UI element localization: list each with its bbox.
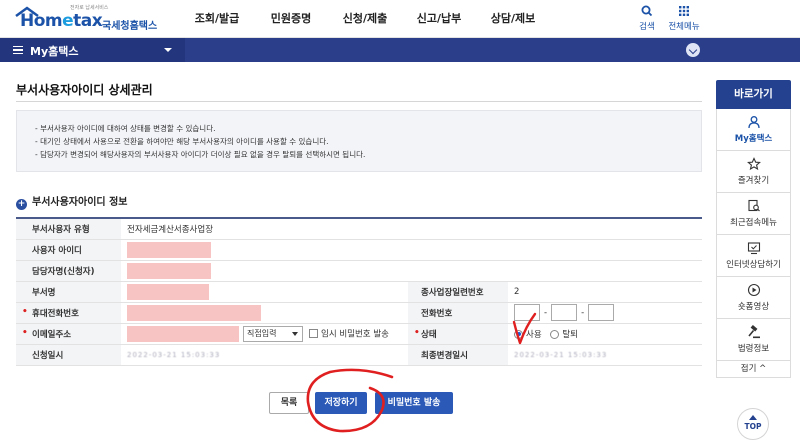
quick-my-hometax[interactable]: My홈택스 [716, 109, 791, 151]
quick-menu-fold[interactable]: 접기 ^ [716, 361, 791, 378]
person-icon [747, 116, 760, 129]
play-icon [747, 283, 760, 297]
quick-menu-title: 바로가기 [716, 80, 791, 109]
table-row: 이메일주소 직접입력 임시 비밀번호 발송 상태 사용 탈퇴 [16, 323, 702, 345]
dept-label: 부서명 [16, 281, 121, 303]
notice-item: - 담당자가 변경되어 해당사용자의 부서사용자 아이디가 더이상 필요 없을 … [35, 150, 366, 159]
email-label: 이메일주소 [16, 323, 121, 345]
notice-item: - 대기인 상태에서 사용으로 전환을 하여야만 해당 부서사용자의 아이디를 … [35, 137, 329, 146]
apply-date-value: 2022-03-21 15:03:33 [127, 350, 221, 359]
type-value: 전자세금계산서종사업장 [121, 218, 702, 240]
table-row: 담당자명(신청자) [16, 260, 702, 282]
title-divider [16, 101, 702, 102]
sub-menu-bar: My홈택스 [0, 38, 800, 62]
gavel-icon [747, 325, 760, 339]
phone-input-1[interactable] [514, 304, 540, 321]
manager-label: 담당자명(신청자) [16, 260, 121, 282]
table-row: 신청일시 2022-03-21 15:03:33 최종변경일시 2022-03-… [16, 344, 702, 366]
manager-redacted [127, 262, 211, 279]
subbiz-label: 종사업장일련번호 [408, 281, 508, 303]
logo-tagline: 전자로 납세서비스 [70, 5, 109, 11]
document-search-icon [747, 199, 760, 212]
status-label: 상태 [408, 323, 508, 345]
changed-date-label: 최종변경일시 [408, 344, 508, 366]
list-button[interactable]: 목록 [269, 392, 309, 414]
arrow-up-icon [749, 415, 757, 420]
section-title: + 부서사용자아이디 정보 [16, 197, 128, 210]
status-radio-withdraw[interactable] [550, 329, 560, 339]
top-header: 전자로 납세서비스 Hometax 국세청홈택스 조회/발급 민원증명 신청/제… [0, 0, 800, 38]
userid-label: 사용자 아이디 [16, 239, 121, 261]
nav-report-payment[interactable]: 신고/납부 [402, 0, 476, 38]
email-domain-select[interactable]: 직접입력 [243, 325, 303, 342]
save-button[interactable]: 저장하기 [315, 392, 367, 414]
star-icon [746, 157, 761, 171]
monitor-icon [747, 242, 760, 255]
nav-application[interactable]: 신청/제출 [328, 0, 402, 38]
page-title: 부서사용자아이디 상세관리 [16, 83, 153, 97]
menu-title: My홈택스 [30, 45, 79, 58]
mobile-input[interactable] [127, 304, 261, 321]
nav-certificate[interactable]: 민원증명 [254, 0, 328, 38]
my-hometax-menu-toggle[interactable]: My홈택스 [0, 38, 185, 62]
dropdown-arrow-icon [292, 331, 298, 336]
main-nav: 조회/발급 민원증명 신청/제출 신고/납부 상담/제보 [180, 0, 550, 38]
notice-item: - 부서사용자 아이디에 대하여 상태를 변경할 수 있습니다. [35, 124, 216, 133]
apply-date-label: 신청일시 [16, 344, 121, 366]
status-option-withdraw: 탈퇴 [562, 329, 578, 340]
logo-brand: Hometax [20, 11, 103, 31]
email-input[interactable] [127, 325, 239, 342]
subbiz-value: 2 [508, 281, 702, 303]
temp-password-label: 임시 비밀번호 발송 [321, 329, 389, 339]
all-menu-button[interactable]: 전체메뉴 [664, 4, 704, 32]
status-radio-active[interactable] [514, 329, 523, 339]
caret-down-icon [164, 48, 172, 52]
grid-menu-icon [679, 6, 689, 16]
status-option-active: 사용 [526, 329, 542, 340]
temp-password-checkbox[interactable] [309, 329, 318, 338]
phone-label: 전화번호 [408, 302, 508, 324]
top-label: TOP [744, 422, 762, 431]
chevron-down-icon[interactable] [686, 43, 700, 57]
user-info-table: 부서사용자 유형 전자세금계산서종사업장 사용자 아이디 담당자명(신청자) 부… [16, 217, 702, 366]
hometax-logo[interactable]: 전자로 납세서비스 Hometax 국세청홈택스 [14, 4, 158, 34]
search-icon [641, 5, 653, 17]
quick-recent-menu[interactable]: 최근접속메뉴 [716, 193, 791, 235]
all-menu-label: 전체메뉴 [668, 22, 700, 32]
nav-consult[interactable]: 상담/제보 [476, 0, 550, 38]
phone-input-3[interactable] [588, 304, 615, 321]
search-button[interactable]: 검색 [627, 4, 667, 32]
logo-subtitle: 국세청홈택스 [102, 21, 158, 32]
nav-inquiry[interactable]: 조회/발급 [180, 0, 254, 38]
dept-redacted [127, 283, 209, 300]
phone-input-2[interactable] [551, 304, 578, 321]
send-password-button[interactable]: 비밀번호 발송 [375, 392, 453, 414]
quick-online-consult[interactable]: 인터넷상담하기 [716, 235, 791, 277]
quick-favorites[interactable]: 즐겨찾기 [716, 151, 791, 193]
table-row: 휴대전화번호 전화번호 -- [16, 302, 702, 324]
search-label: 검색 [639, 22, 655, 32]
table-row: 사용자 아이디 [16, 239, 702, 261]
quick-menu: 바로가기 My홈택스 즐겨찾기 최근접속메뉴 인터넷상담하기 숏폼영상 법령정보… [716, 80, 791, 378]
plus-circle-icon: + [16, 199, 27, 210]
notice-box: - 부서사용자 아이디에 대하여 상태를 변경할 수 있습니다. - 대기인 상… [16, 110, 702, 172]
changed-date-value: 2022-03-21 15:03:33 [514, 350, 608, 359]
hamburger-icon [13, 46, 23, 54]
table-row: 부서사용자 유형 전자세금계산서종사업장 [16, 218, 702, 240]
type-label: 부서사용자 유형 [16, 218, 121, 240]
table-row: 부서명 종사업장일련번호 2 [16, 281, 702, 303]
quick-short-video[interactable]: 숏폼영상 [716, 277, 791, 319]
mobile-label: 휴대전화번호 [16, 302, 121, 324]
scroll-top-button[interactable]: TOP [737, 408, 769, 440]
userid-redacted [127, 241, 211, 258]
quick-law-info[interactable]: 법령정보 [716, 319, 791, 361]
